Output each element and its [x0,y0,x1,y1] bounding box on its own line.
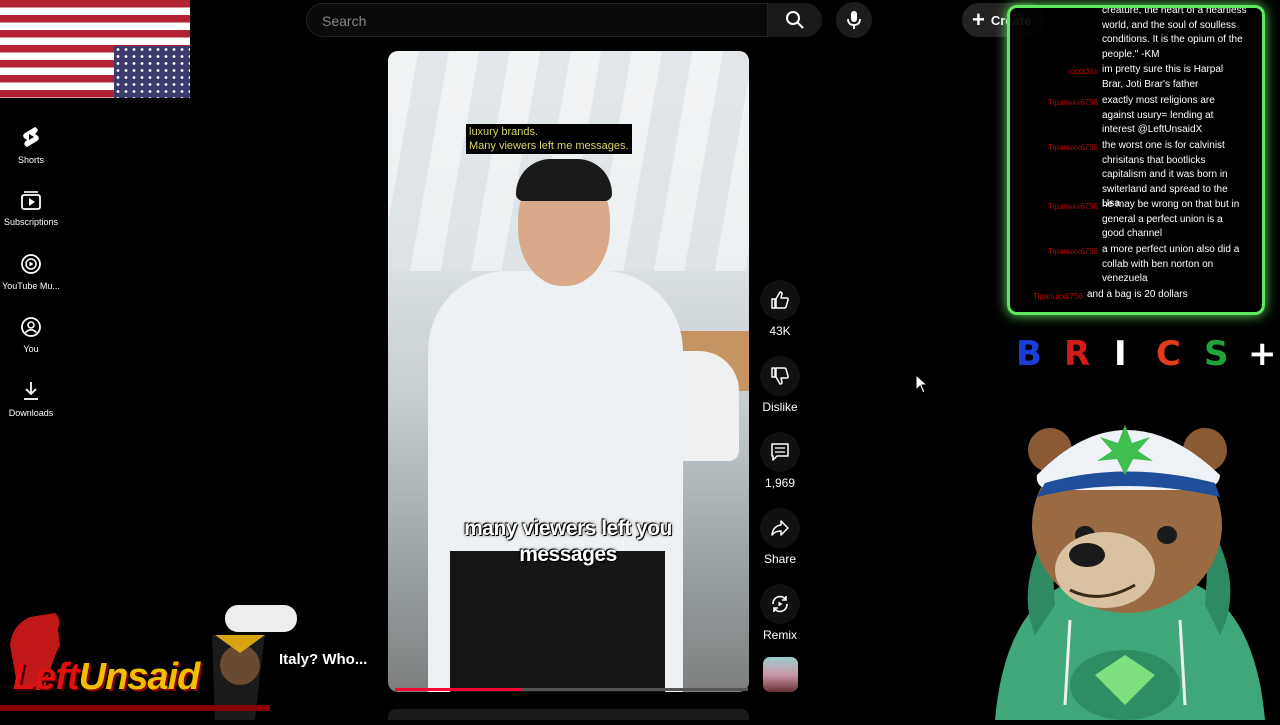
brics-letter-s: S [1204,334,1229,374]
comment-count: 1,969 [764,476,796,490]
brics-letter-c: C [1156,334,1181,374]
sidebar-item-label: Shorts [17,155,44,165]
video-progress-bar[interactable] [395,688,748,691]
search-input[interactable] [320,12,744,30]
sidebar-item-label: Subscriptions [3,217,59,227]
chat-username: Tipanuxx6756 [1048,202,1098,211]
sidebar-item-label: You [23,344,39,354]
caption-main: many viewers left you messages [464,517,672,566]
comment-icon [771,443,789,461]
brics-plus: + [1248,334,1277,374]
remix-icon [772,595,788,613]
chat-username: cxxx3xx [1069,67,1098,76]
chat-username: Tipanuxx6756 [1048,98,1098,107]
search-icon [786,11,804,29]
voice-search-button[interactable] [836,2,872,38]
us-flag-image [0,0,190,98]
chat-text: and a bag is 20 dollars [1087,289,1188,300]
bear-mascot-image [995,425,1265,720]
caption-top-line: luxury brands. [469,126,539,138]
chat-text: he may be wrong on that but in general a… [1102,199,1240,240]
brics-letter-i: I [1114,334,1127,374]
comments-button[interactable]: 1,969 [760,432,800,490]
shorts-icon [23,127,39,147]
caption-top-line: Many viewers left me messages. [469,140,629,152]
brics-letter-b: B [1016,334,1042,374]
chat-username: Tipanuxx6756 [1048,247,1098,256]
chat-username: Tipanuxx6756 [1048,143,1098,152]
youtube-music-icon [21,254,41,274]
search-button[interactable] [768,3,822,37]
sidebar-item-youtube-music[interactable]: YouTube Mu... [0,253,62,291]
logo-text-left: Left [13,656,80,698]
like-circle [760,280,800,320]
search-box [306,3,768,37]
live-chat-overlay: creature, the heart of a heartless world… [1007,5,1265,315]
overlay-video-title: Italy? Who... [279,651,368,668]
microphone-icon [847,11,861,29]
thumbs-up-icon [771,291,789,309]
share-label: Share [763,552,797,566]
sidebar-item-shorts[interactable]: Shorts [0,125,62,165]
remix-button[interactable]: Remix [760,584,800,642]
sidebar-item-label: Downloads [8,408,54,418]
sidebar-item-label: YouTube Mu... [2,281,60,291]
chat-text: a more perfect union also did a collab w… [1102,244,1240,285]
sound-thumbnail[interactable] [763,657,798,692]
subscriptions-icon [21,191,41,210]
dislike-button[interactable]: Dislike [760,356,800,414]
like-button[interactable]: 43K [760,280,800,338]
flag-canton [114,46,190,98]
video-person-pants [450,551,665,692]
next-video-peek[interactable] [388,709,749,720]
user-icon [21,317,41,337]
remix-label: Remix [762,628,797,642]
video-person-hair [516,159,612,201]
download-icon [24,382,38,400]
dislike-label: Dislike [762,400,798,414]
share-button[interactable]: Share [760,508,800,566]
brics-letter-r: R [1064,334,1091,374]
remix-circle [760,584,800,624]
sidebar-item-you[interactable]: You [0,316,62,354]
like-count: 43K [769,324,791,338]
sidebar-item-downloads[interactable]: Downloads [0,380,62,418]
logo-text-right: Unsaid [78,656,201,698]
comments-circle [760,432,800,472]
channel-logo-text: LeftUnsaid [13,656,201,699]
chat-text: creature, the heart of a heartless world… [1102,5,1247,60]
caption-top: luxury brands. Many viewers left me mess… [466,124,632,154]
mouse-cursor-icon [915,374,929,394]
share-icon [771,520,789,536]
chat-text: exactly most religions are against usury… [1102,95,1215,136]
dislike-circle [760,356,800,396]
chat-username: Tipanuxx6756 [1033,292,1083,301]
sidebar-item-subscriptions[interactable]: Subscriptions [0,189,62,227]
video-progress-fill [395,688,523,691]
thumbs-down-icon [771,367,789,385]
plus-icon: + [972,7,985,32]
share-circle [760,508,800,548]
chat-text: im pretty sure this is Harpal Brar, Joti… [1102,64,1224,90]
